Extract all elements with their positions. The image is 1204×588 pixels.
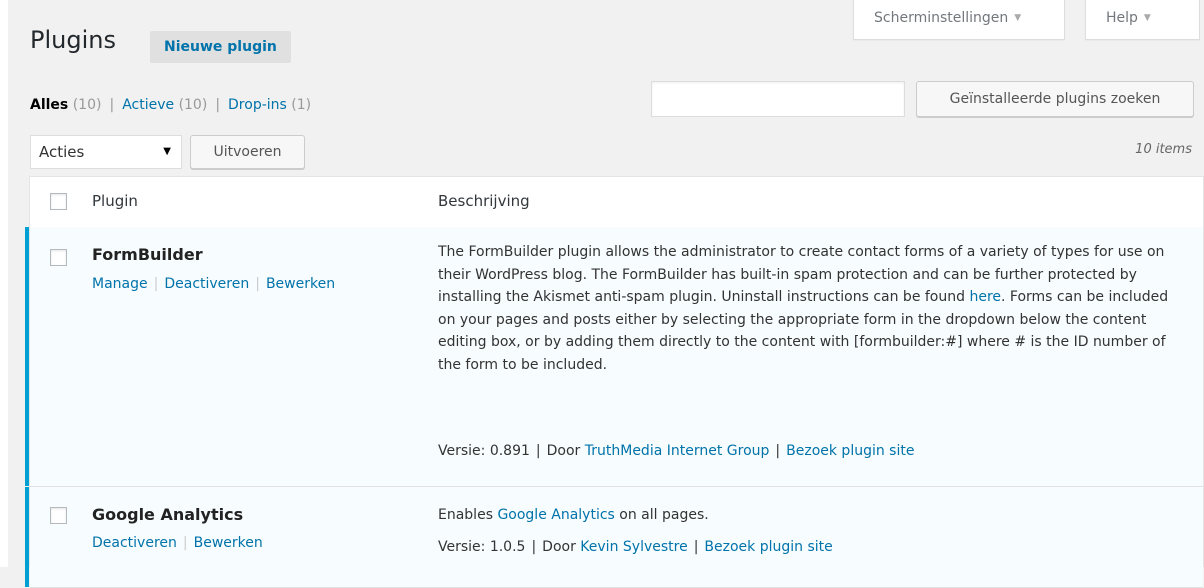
- plugin-row-actions: Deactiveren | Bewerken: [92, 535, 263, 551]
- action-separator: |: [255, 276, 260, 292]
- filter-dropins[interactable]: Drop-ins: [228, 97, 287, 113]
- select-all-checkbox[interactable]: [50, 193, 67, 210]
- filter-all[interactable]: Alles: [30, 97, 68, 113]
- plugin-row-formbuilder: FormBuilder Manage | Deactiveren | Bewerken …: [25, 227, 1203, 487]
- screen-options-label: Scherminstellingen: [874, 10, 1009, 26]
- column-header-description: Beschrijving: [438, 192, 530, 210]
- action-separator: |: [153, 276, 159, 292]
- filter-dropins-count: (1): [291, 97, 312, 113]
- help-tab[interactable]: Help ▼: [1085, 0, 1200, 40]
- plugin-version: Versie: 1.0.5: [438, 539, 526, 555]
- page-title: Plugins: [30, 26, 116, 54]
- plugin-description: The FormBuilder plugin allows the admini…: [438, 241, 1183, 376]
- plugin-status-filters: Alles (10) | Actieve (10) | Drop-ins (1): [30, 97, 311, 113]
- left-frame-edge: [0, 0, 8, 567]
- dropdown-arrow-icon: ▼: [163, 146, 171, 157]
- plugins-table: Plugin Beschrijving FormBuilder Manage | D…: [25, 176, 1204, 588]
- column-header-plugin[interactable]: Plugin: [92, 192, 138, 210]
- filter-active-count: (10): [178, 97, 208, 113]
- items-count: 10 items: [1135, 142, 1192, 157]
- author-link[interactable]: Kevin Sylvestre: [580, 539, 687, 555]
- plugin-search-input[interactable]: [651, 81, 905, 117]
- add-new-plugin-button[interactable]: Nieuwe plugin: [150, 31, 291, 63]
- description-text: on all pages.: [614, 507, 709, 523]
- edit-link[interactable]: Bewerken: [194, 535, 263, 551]
- meta-separator: |: [531, 539, 537, 555]
- bulk-actions-selected: Acties: [39, 143, 85, 161]
- by-label: Door: [546, 443, 581, 459]
- bulk-actions-select[interactable]: Acties ▼: [30, 135, 182, 169]
- plugin-checkbox[interactable]: [50, 507, 67, 524]
- plugin-meta: Versie: 0.891 | Door TruthMedia Internet G…: [438, 443, 914, 459]
- help-label: Help: [1106, 10, 1138, 26]
- by-label: Door: [542, 539, 576, 555]
- filter-all-count: (10): [72, 97, 102, 113]
- manage-link[interactable]: Manage: [92, 276, 148, 292]
- description-text: Enables: [438, 507, 498, 523]
- filter-separator: |: [109, 97, 115, 113]
- filter-active[interactable]: Actieve: [122, 97, 174, 113]
- plugin-version: Versie: 0.891: [438, 443, 530, 459]
- action-separator: |: [182, 535, 188, 551]
- plugin-row-google-analytics: Google Analytics Deactiveren | Bewerken En…: [25, 487, 1203, 588]
- plugin-description: Enables Google Analytics on all pages.: [438, 504, 1183, 527]
- search-installed-plugins-button[interactable]: Geïnstalleerde plugins zoeken: [916, 81, 1194, 117]
- plugin-name: Google Analytics: [92, 505, 244, 524]
- meta-separator: |: [693, 539, 699, 555]
- plugin-meta: Versie: 1.0.5 | Door Kevin Sylvestre | Bezoe…: [438, 539, 833, 555]
- plugin-site-link[interactable]: Bezoek plugin site: [786, 443, 914, 459]
- table-header: Plugin Beschrijving: [30, 177, 1203, 228]
- deactivate-link[interactable]: Deactiveren: [92, 535, 177, 551]
- caret-down-icon: ▼: [1014, 13, 1022, 23]
- meta-separator: |: [775, 443, 781, 459]
- edit-link[interactable]: Bewerken: [266, 276, 335, 292]
- plugin-name: FormBuilder: [92, 245, 203, 264]
- plugin-site-link[interactable]: Bezoek plugin site: [704, 539, 832, 555]
- meta-separator: |: [535, 443, 541, 459]
- deactivate-link[interactable]: Deactiveren: [164, 276, 249, 292]
- caret-down-icon: ▼: [1143, 13, 1151, 23]
- filter-separator: |: [215, 97, 221, 113]
- plugin-checkbox[interactable]: [50, 249, 67, 266]
- author-link[interactable]: TruthMedia Internet Group: [585, 443, 770, 459]
- plugin-row-actions: Manage | Deactiveren | Bewerken: [92, 276, 335, 292]
- uninstall-instructions-link[interactable]: here: [969, 289, 1001, 305]
- screen-options-tab[interactable]: Scherminstellingen ▼: [853, 0, 1065, 40]
- google-analytics-link[interactable]: Google Analytics: [497, 507, 614, 523]
- apply-bulk-action-button[interactable]: Uitvoeren: [190, 135, 305, 169]
